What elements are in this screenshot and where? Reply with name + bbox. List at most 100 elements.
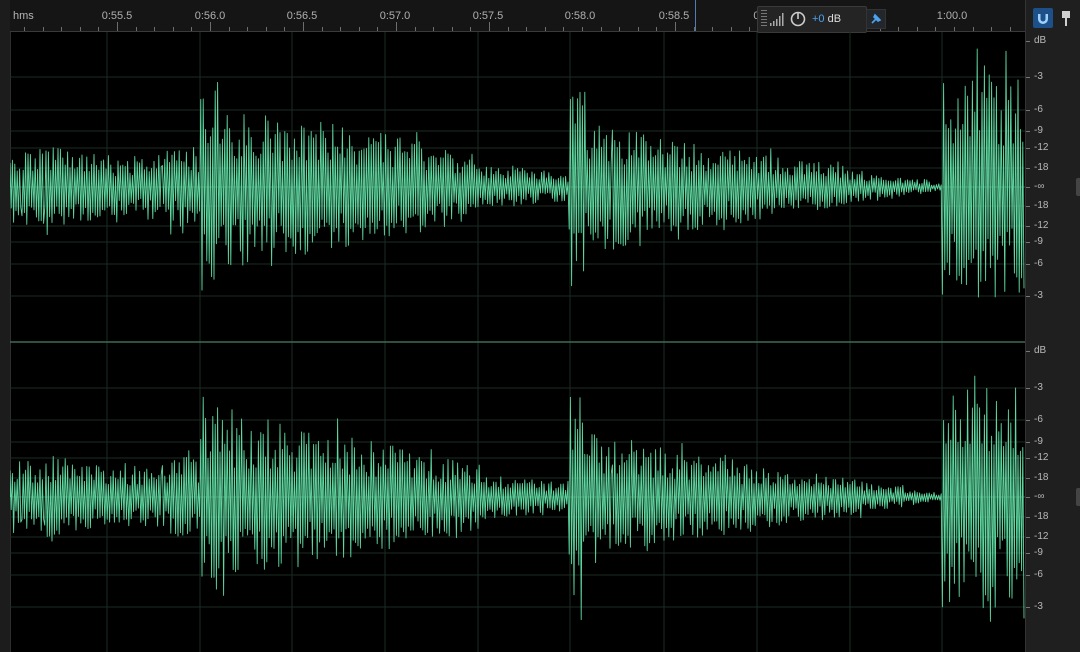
time-tick [43, 27, 44, 31]
time-tick [80, 27, 81, 31]
time-tick [545, 27, 546, 31]
time-tick [340, 27, 341, 31]
db-scale-tick [1026, 148, 1030, 149]
db-scale-label: -12 [1034, 452, 1049, 463]
time-tick [247, 27, 248, 31]
time-tick [470, 27, 471, 31]
vertical-zoom-handle[interactable] [1076, 488, 1080, 506]
db-scale-label: -∞ [1034, 491, 1045, 502]
playhead-marker[interactable] [695, 0, 696, 31]
db-scale-tick [1026, 388, 1030, 389]
db-scale-tick [1026, 110, 1030, 111]
db-scale-label: -6 [1034, 258, 1043, 269]
pin-icon [871, 13, 882, 24]
db-scale-label: -9 [1034, 125, 1043, 136]
db-scale-label: -3 [1034, 382, 1043, 393]
db-scale-panel: dB -3 -6 -9 -12 -18 -∞ -18 -12 -9 -6 -3 dB -3 -6 -9 -12 -… [1025, 0, 1080, 652]
time-tick [675, 22, 676, 31]
time-tick [954, 27, 955, 31]
db-scale-tick [1026, 77, 1030, 78]
db-scale-tick [1026, 575, 1030, 576]
db-scale-label: dB [1034, 35, 1047, 46]
time-tick [731, 27, 732, 31]
time-tick [191, 27, 192, 31]
db-scale-tick [1026, 458, 1030, 459]
db-scale-tick [1026, 41, 1030, 42]
db-scale-tick [1026, 351, 1030, 352]
db-scale-tick [1026, 264, 1030, 265]
pin-button[interactable] [866, 9, 886, 29]
db-scale-label: -18 [1034, 162, 1049, 173]
time-tick [712, 27, 713, 31]
time-tick [266, 27, 267, 31]
db-scale-label: -9 [1034, 436, 1043, 447]
db-scale-tick [1026, 187, 1030, 188]
time-tick [136, 27, 137, 31]
time-tick [303, 22, 304, 31]
db-scale-label: -3 [1034, 601, 1043, 612]
time-tick [433, 27, 434, 31]
volume-hud[interactable]: +0 dB [757, 6, 867, 33]
db-scale-tick [1026, 420, 1030, 421]
time-tick [991, 27, 992, 31]
waveform-display[interactable] [10, 32, 1025, 652]
time-tick [452, 27, 453, 31]
db-scale-label: -9 [1034, 236, 1043, 247]
time-tick [396, 22, 397, 31]
db-scale-label: -3 [1034, 290, 1043, 301]
time-tick-label: 0:58.0 [564, 10, 596, 22]
marker-icon [1062, 11, 1070, 26]
time-tick [61, 27, 62, 31]
time-tick [582, 27, 583, 31]
time-tick [98, 27, 99, 31]
snap-toggle-button[interactable] [1033, 8, 1053, 28]
level-bars-icon [770, 13, 784, 26]
hud-grip-handle[interactable] [761, 10, 767, 28]
time-tick [210, 22, 211, 31]
time-tick [322, 27, 323, 31]
db-scale-tick [1026, 296, 1030, 297]
db-scale-label: -6 [1034, 569, 1043, 580]
db-scale-label: -18 [1034, 472, 1049, 483]
vertical-zoom-handle[interactable] [1076, 178, 1080, 196]
time-tick [526, 27, 527, 31]
db-scale-label: -12 [1034, 220, 1049, 231]
time-unit-label: hms [13, 10, 34, 22]
time-tick [284, 27, 285, 31]
db-scale-label: -12 [1034, 142, 1049, 153]
db-scale-label: dB [1034, 345, 1047, 356]
time-tick [489, 22, 490, 31]
time-tick [656, 27, 657, 31]
time-tick [24, 27, 25, 31]
time-tick [601, 27, 602, 31]
magnet-icon [1038, 14, 1048, 24]
time-tick [415, 27, 416, 31]
time-tick [359, 27, 360, 31]
marker-button[interactable] [1058, 8, 1074, 28]
db-scale-tick [1026, 242, 1030, 243]
time-tick [749, 27, 750, 31]
time-tick-label: 0:57.0 [379, 10, 411, 22]
db-scale-tick [1026, 478, 1030, 479]
time-tick-label: 0:56.5 [286, 10, 318, 22]
channel-left-waveform [10, 48, 1025, 298]
time-tick [229, 27, 230, 31]
db-scale-tick [1026, 497, 1030, 498]
time-tick [173, 27, 174, 31]
db-scale-tick [1026, 537, 1030, 538]
volume-readout: +0 dB [812, 13, 842, 25]
time-tick-label: 0:57.5 [472, 10, 504, 22]
time-tick [377, 27, 378, 31]
db-scale-tick [1026, 553, 1030, 554]
db-scale-label: -6 [1034, 414, 1043, 425]
time-tick [973, 27, 974, 31]
time-tick [898, 27, 899, 31]
channel-right-waveform [10, 375, 1025, 622]
db-scale-label: -18 [1034, 200, 1049, 211]
db-scale-tick [1026, 517, 1030, 518]
volume-knob-icon[interactable] [790, 11, 806, 27]
time-tick [935, 27, 936, 31]
time-tick [154, 27, 155, 31]
db-scale-label: -9 [1034, 547, 1043, 558]
time-tick [638, 27, 639, 31]
